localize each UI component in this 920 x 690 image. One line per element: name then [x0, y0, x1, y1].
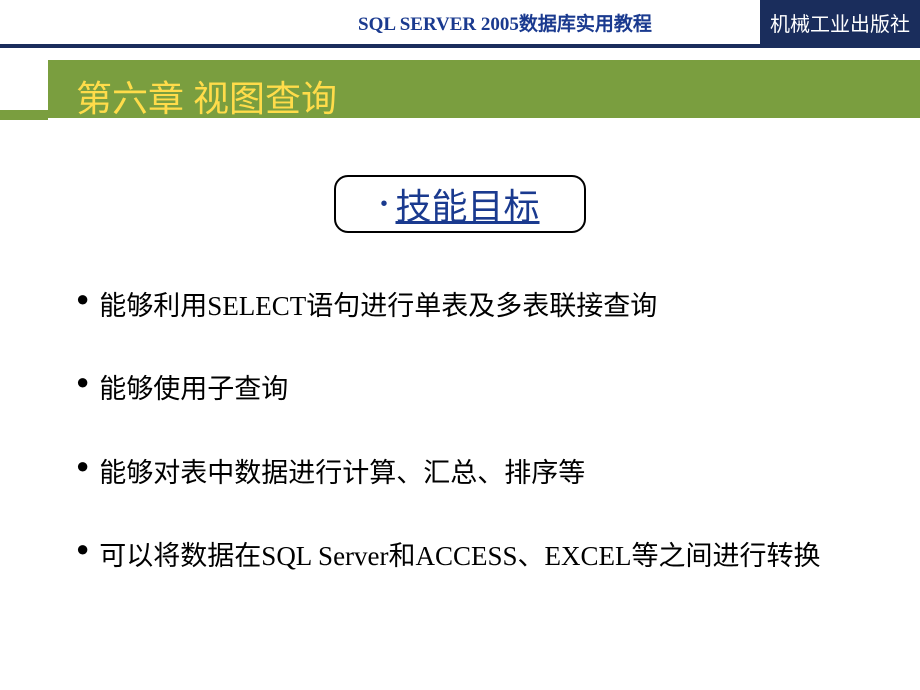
list-item: ● 能够使用子查询 [76, 364, 860, 415]
skill-target-label: 技能目标 [396, 178, 540, 230]
publisher-box: 机械工业出版社 [760, 0, 920, 44]
content-area: • 技能目标 ● 能够利用SELECT语句进行单表及多表联接查询 ● 能够使用子… [0, 120, 920, 582]
list-item: ● 可以将数据在SQL Server和ACCESS、EXCEL等之间进行转换 [76, 531, 860, 582]
bullet-text: 能够对表中数据进行计算、汇总、排序等 [99, 448, 585, 499]
skill-target-box[interactable]: • 技能目标 [334, 175, 586, 233]
bullet-icon: ● [76, 531, 89, 566]
list-item: ● 能够对表中数据进行计算、汇总、排序等 [76, 448, 860, 499]
green-extend [0, 110, 48, 120]
bullet-list: ● 能够利用SELECT语句进行单表及多表联接查询 ● 能够使用子查询 ● 能够… [0, 281, 920, 582]
bullet-icon: ● [76, 364, 89, 399]
bullet-text: 能够使用子查询 [99, 364, 288, 415]
chapter-title: 第六章 视图查询 [76, 70, 337, 122]
header-title: SQL SERVER 2005数据库实用教程 [358, 9, 652, 36]
list-item: ● 能够利用SELECT语句进行单表及多表联接查询 [76, 281, 860, 332]
bullet-icon: ● [76, 448, 89, 483]
header-bar: SQL SERVER 2005数据库实用教程 机械工业出版社 [0, 0, 920, 44]
chapter-band: 第六章 视图查询 [0, 48, 920, 120]
bullet-text: 能够利用SELECT语句进行单表及多表联接查询 [99, 281, 657, 332]
bullet-text: 可以将数据在SQL Server和ACCESS、EXCEL等之间进行转换 [99, 531, 820, 582]
bullet-icon: ● [76, 281, 89, 316]
bullet-icon: • [380, 193, 387, 216]
